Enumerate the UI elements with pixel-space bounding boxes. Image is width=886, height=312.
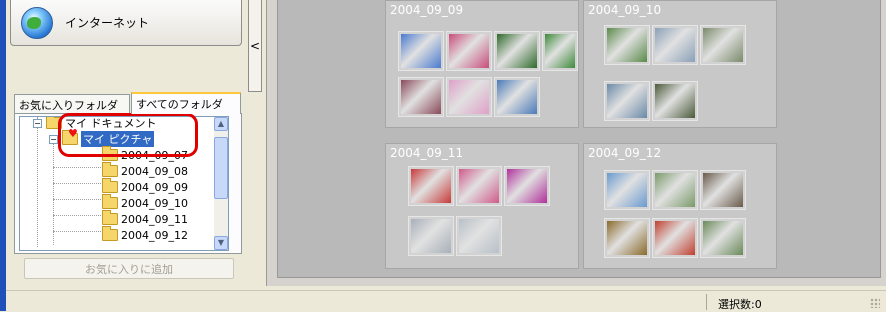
photo-thumbnail[interactable] bbox=[652, 81, 698, 121]
internet-button[interactable]: インターネット bbox=[10, 0, 242, 46]
photo-thumbnail[interactable] bbox=[446, 77, 492, 117]
folder-icon bbox=[102, 226, 118, 241]
tree-item-folder[interactable]: 2004_09_11 bbox=[102, 210, 188, 227]
photo-thumbnail[interactable] bbox=[398, 31, 444, 71]
scroll-up-icon[interactable]: ▲ bbox=[214, 117, 228, 131]
folder-icon bbox=[102, 162, 118, 177]
scroll-thumb[interactable] bbox=[214, 137, 228, 199]
folder-icon bbox=[102, 178, 118, 193]
tree-item-folder[interactable]: 2004_09_10 bbox=[102, 194, 188, 211]
status-divider bbox=[706, 294, 707, 310]
tree-item-label: 2004_09_08 bbox=[121, 164, 188, 178]
globe-icon bbox=[21, 6, 53, 39]
folder-icon bbox=[102, 146, 118, 161]
collapse-sidebar-button[interactable]: < bbox=[248, 0, 262, 92]
photo-thumbnail[interactable] bbox=[456, 166, 502, 206]
tree-item-label: マイ ドキュメント bbox=[65, 117, 157, 130]
tree-item-my-documents[interactable]: − マイ ドキュメント bbox=[33, 117, 157, 131]
photo-thumbnail[interactable] bbox=[652, 25, 698, 65]
photo-thumbnail[interactable] bbox=[700, 218, 746, 258]
photo-thumbnail[interactable] bbox=[700, 170, 746, 210]
tab-all-folders[interactable]: すべてのフォルダ bbox=[131, 92, 241, 114]
photo-thumbnail[interactable] bbox=[604, 218, 650, 258]
group-title: 2004_09_11 bbox=[390, 146, 464, 160]
status-bar: 選択数:0 bbox=[6, 290, 886, 311]
photo-thumbnail[interactable] bbox=[652, 218, 698, 258]
pictures-folder-icon: ♥ bbox=[62, 128, 78, 145]
photo-thumbnail[interactable] bbox=[446, 31, 492, 71]
photo-thumbnail[interactable] bbox=[456, 216, 502, 256]
photo-group[interactable]: 2004_09_11 bbox=[385, 143, 579, 269]
collapse-icon[interactable]: − bbox=[49, 134, 58, 144]
photo-thumbnail[interactable] bbox=[604, 25, 650, 65]
tree-scrollbar[interactable]: ▲ ▼ bbox=[214, 117, 228, 250]
photo-thumbnail[interactable] bbox=[542, 31, 578, 71]
folder-icon bbox=[102, 210, 118, 225]
collapse-icon[interactable]: − bbox=[33, 118, 42, 128]
photo-group[interactable]: 2004_09_10 bbox=[583, 0, 777, 128]
photo-group[interactable]: 2004_09_09 bbox=[385, 0, 579, 128]
resize-grip-icon[interactable] bbox=[870, 298, 880, 308]
tree-item-folder[interactable]: 2004_09_09 bbox=[102, 178, 188, 195]
tree-item-my-pictures[interactable]: − ♥ マイ ピクチャ bbox=[49, 128, 155, 147]
folder-tree: − マイ ドキュメント − ♥ マイ ピクチャ 2004_09_07 2004_… bbox=[19, 116, 229, 251]
tree-item-folder[interactable]: 2004_09_07 bbox=[102, 146, 188, 163]
photo-thumbnail[interactable] bbox=[494, 77, 540, 117]
thumbnail-gallery: 2004_09_09 2004_09_10 2004_09_11 2004_09… bbox=[277, 0, 881, 278]
photo-thumbnail[interactable] bbox=[700, 25, 746, 65]
tab-favorite-folders[interactable]: お気に入りフォルダ bbox=[14, 94, 130, 113]
folder-tabs: お気に入りフォルダ すべてのフォルダ bbox=[14, 92, 242, 114]
photo-thumbnail[interactable] bbox=[604, 170, 650, 210]
folder-icon bbox=[46, 117, 62, 129]
photo-thumbnail[interactable] bbox=[504, 166, 550, 206]
scroll-down-icon[interactable]: ▼ bbox=[214, 236, 228, 250]
photo-thumbnail[interactable] bbox=[604, 81, 650, 121]
add-to-favorites-button[interactable]: お気に入りに追加 bbox=[24, 258, 234, 279]
group-title: 2004_09_10 bbox=[588, 3, 662, 17]
tree-item-label: 2004_09_11 bbox=[121, 212, 188, 226]
photo-thumbnail[interactable] bbox=[398, 77, 444, 117]
photo-thumbnail[interactable] bbox=[494, 31, 540, 71]
tree-item-folder[interactable]: 2004_09_08 bbox=[102, 162, 188, 179]
tree-item-label: 2004_09_07 bbox=[121, 148, 188, 162]
folder-icon bbox=[102, 194, 118, 209]
photo-thumbnail[interactable] bbox=[408, 216, 454, 256]
group-title: 2004_09_12 bbox=[588, 146, 662, 160]
internet-button-label: インターネット bbox=[65, 16, 150, 30]
tree-item-label: 2004_09_09 bbox=[121, 180, 188, 194]
tree-item-label: 2004_09_12 bbox=[121, 228, 188, 242]
group-title: 2004_09_09 bbox=[390, 3, 464, 17]
photo-group[interactable]: 2004_09_12 bbox=[583, 143, 777, 269]
chevron-left-icon: < bbox=[249, 38, 261, 53]
tree-item-label-selected: マイ ピクチャ bbox=[81, 131, 155, 147]
tree-item-folder[interactable]: 2004_09_12 bbox=[102, 226, 188, 243]
tab-panel: − マイ ドキュメント − ♥ マイ ピクチャ 2004_09_07 2004_… bbox=[14, 113, 242, 254]
photo-thumbnail[interactable] bbox=[408, 166, 454, 206]
photo-thumbnail[interactable] bbox=[652, 170, 698, 210]
content-area: 2004_09_09 2004_09_10 2004_09_11 2004_09… bbox=[266, 0, 886, 286]
tree-item-label: 2004_09_10 bbox=[121, 196, 188, 210]
selection-count: 選択数:0 bbox=[718, 298, 762, 311]
